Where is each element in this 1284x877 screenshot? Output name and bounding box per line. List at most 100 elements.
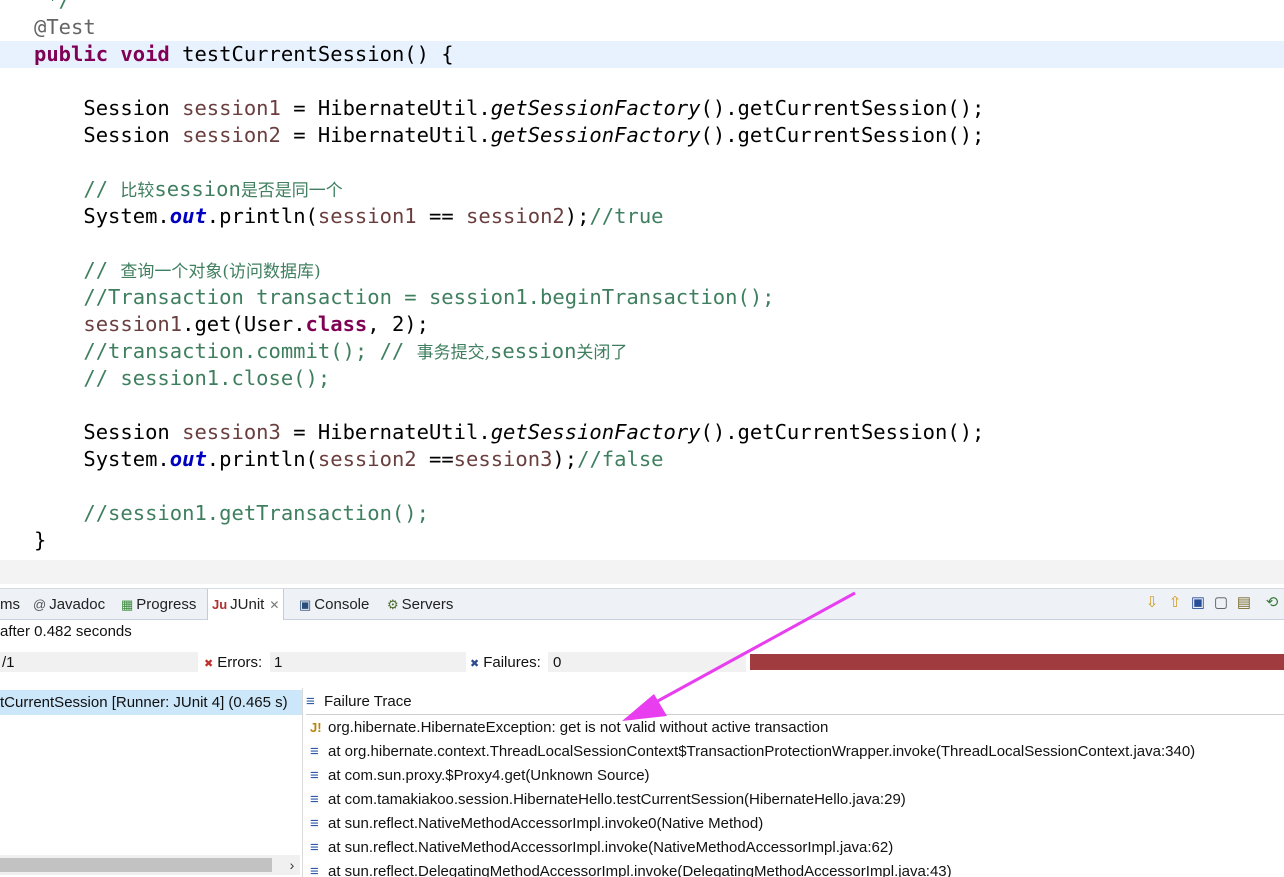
scroll-lock-icon[interactable]: ▢ [1211, 593, 1231, 613]
next-failure-icon[interactable]: ⇩ [1142, 593, 1162, 613]
tab-junit[interactable]: Ju JUnit ✕ [207, 589, 285, 620]
code-line[interactable]: //transaction.commit(); // 事务提交,session关… [34, 338, 627, 365]
stack-frame-icon: ≡ [310, 791, 319, 808]
code-line[interactable]: System.out.println(session1 == session2)… [34, 203, 664, 230]
code-token: //session1.getTransaction(); [34, 501, 429, 525]
editor-bottom-gutter [0, 560, 1284, 584]
code-token: 是否是同一个 [240, 181, 343, 201]
errors-label: ✖ Errors: [204, 654, 263, 671]
code-token: session [154, 177, 241, 201]
code-token: 查询一个对象(访问数据库) [120, 262, 321, 282]
history-icon[interactable]: ⟲ [1262, 593, 1282, 613]
test-tree-item[interactable]: tCurrentSession [Runner: JUnit 4] (0.465… [0, 690, 302, 715]
code-line[interactable]: //session1.getTransaction(); [34, 500, 429, 527]
code-token: = HibernateUtil. [280, 123, 491, 147]
code-token: System. [34, 204, 170, 228]
code-line[interactable]: Session session2 = HibernateUtil.getSess… [34, 122, 984, 149]
code-line[interactable]: public void testCurrentSession() { [0, 41, 1284, 68]
trace-row[interactable]: ≡ at com.tamakiakoo.session.HibernateHell… [306, 788, 1284, 812]
code-line[interactable]: //Transaction transaction = session1.beg… [34, 284, 775, 311]
code-token: 关闭了 [576, 343, 628, 363]
code-line[interactable]: } [34, 527, 46, 554]
errors-box [270, 652, 466, 672]
failures-box [548, 652, 746, 672]
trace-exception-row[interactable]: J! org.hibernate.HibernateException: get … [306, 716, 1284, 740]
stack-frame-icon: ≡ [310, 815, 319, 832]
code-token: testCurrentSession() { [169, 42, 454, 66]
trace-lines-icon: ≡ [306, 693, 315, 710]
code-token: ().getCurrentSession(); [700, 420, 985, 444]
tab-javadoc[interactable]: @ Javadoc [33, 589, 105, 620]
code-line[interactable]: Session session1 = HibernateUtil.getSess… [34, 95, 984, 122]
trace-row[interactable]: ≡ at sun.reflect.NativeMethodAccessorImpl… [306, 836, 1284, 860]
code-line[interactable]: */ [34, 0, 71, 14]
code-token: 比较 [120, 181, 155, 201]
stack-frame-icon: ≡ [310, 767, 319, 784]
code-token: void [120, 42, 170, 66]
tab-console[interactable]: ▣ Console [299, 589, 369, 620]
views-tab-bar: ms @ Javadoc ▦ Progress Ju JUnit ✕ ▣ Console … [0, 588, 1284, 620]
code-line[interactable]: // 比较session是否是同一个 [34, 176, 343, 203]
code-line[interactable]: @Test [34, 14, 96, 41]
code-token: Session [34, 420, 183, 444]
code-line[interactable]: Session session3 = HibernateUtil.getSess… [34, 419, 984, 446]
failure-trace-list[interactable]: J! org.hibernate.HibernateException: get … [306, 716, 1284, 877]
test-progress-bar [750, 654, 1284, 670]
code-token: ); [552, 447, 578, 471]
code-token: getSessionFactory [490, 123, 701, 147]
relaunch-failed-icon[interactable]: ▣ [1188, 593, 1208, 613]
scroll-right-icon[interactable]: › [284, 855, 300, 875]
code-line[interactable]: // session1.close(); [34, 365, 330, 392]
failures-label: ✖ Failures: [470, 654, 541, 671]
code-line[interactable]: // 查询一个对象(访问数据库) [34, 257, 321, 284]
code-token: Session [34, 123, 183, 147]
runs-box [0, 652, 198, 672]
close-icon[interactable]: ✕ [269, 598, 279, 612]
code-token: // [34, 177, 121, 201]
code-line[interactable]: System.out.println(session2 ==session3);… [34, 446, 664, 473]
scrollbar-thumb[interactable] [0, 858, 272, 872]
code-token: //true [589, 204, 664, 228]
tab-progress[interactable]: ▦ Progress [121, 589, 196, 620]
code-token: //Transaction transaction = session1.beg… [34, 285, 775, 309]
tab-problems[interactable]: ms [0, 589, 20, 620]
code-token: session2 [317, 447, 417, 471]
trace-text: at com.tamakiakoo.session.HibernateHello… [328, 791, 906, 808]
tab-servers[interactable]: ⚙ Servers [387, 589, 453, 620]
previous-failure-icon[interactable]: ⇧ [1165, 593, 1185, 613]
junit-icon: Ju [212, 597, 228, 612]
code-line[interactable]: session1.get(User.class, 2); [34, 311, 429, 338]
trace-text: org.hibernate.HibernateException: get is… [328, 719, 829, 736]
code-token: */ [34, 0, 72, 12]
code-token: == [416, 204, 467, 228]
trace-text: at com.sun.proxy.$Proxy4.get(Unknown Sou… [328, 767, 650, 784]
code-token: //false [577, 447, 664, 471]
failure-icon: ✖ [470, 658, 480, 670]
code-token: session2 [466, 204, 565, 228]
code-token: session3 [182, 420, 281, 444]
layout-icon[interactable]: ▤ [1234, 593, 1254, 613]
code-token: session1 [317, 204, 417, 228]
error-icon: ✖ [204, 658, 214, 670]
code-editor[interactable]: */ @Test public void testCurrentSession() … [0, 0, 1284, 588]
code-token: // [34, 258, 121, 282]
trace-row[interactable]: ≡ at sun.reflect.NativeMethodAccessorImpl… [306, 812, 1284, 836]
progress-icon: ▦ [121, 597, 134, 612]
test-progress-fill [750, 654, 1284, 670]
code-token: ().getCurrentSession(); [700, 96, 985, 120]
trace-text: at sun.reflect.NativeMethodAccessorImpl.… [328, 839, 894, 856]
trace-row[interactable]: ≡ at com.sun.proxy.$Proxy4.get(Unknown So… [306, 764, 1284, 788]
code-token: getSessionFactory [490, 96, 701, 120]
trace-row[interactable]: ≡ at sun.reflect.DelegatingMethodAccessor… [306, 860, 1284, 877]
stack-frame-icon: ≡ [310, 863, 319, 877]
trace-text: at sun.reflect.DelegatingMethodAccessorI… [328, 863, 952, 877]
stack-frame-icon: ≡ [310, 743, 319, 760]
code-token: session [490, 339, 577, 363]
code-token: @Test [34, 15, 96, 39]
code-token: // session1.close(); [34, 366, 331, 390]
trace-row[interactable]: ≡ at org.hibernate.context.ThreadLocalSes… [306, 740, 1284, 764]
horizontal-scrollbar[interactable]: › [0, 855, 300, 875]
test-tree[interactable]: tCurrentSession [Runner: JUnit 4] (0.465… [0, 688, 303, 877]
